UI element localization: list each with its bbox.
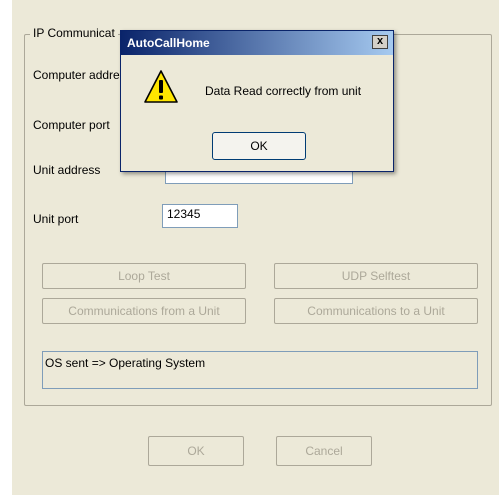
info-textbox[interactable]: OS sent => Operating System: [42, 351, 478, 389]
groupbox-title: IP Communicat: [30, 26, 118, 40]
dialog-titlebar[interactable]: AutoCallHome: [121, 31, 393, 55]
computer-address-label: Computer addre: [33, 68, 120, 82]
dialog-close-button[interactable]: x: [372, 35, 388, 49]
communications-to-unit-button[interactable]: Communications to a Unit: [274, 298, 478, 324]
unit-port-field[interactable]: 12345: [162, 204, 238, 228]
dialog-title: AutoCallHome: [127, 36, 210, 50]
dialog-ok-button[interactable]: OK: [212, 132, 306, 160]
udp-selftest-button[interactable]: UDP Selftest: [274, 263, 478, 289]
unit-port-label: Unit port: [33, 212, 79, 226]
dialog-message: Data Read correctly from unit: [205, 84, 362, 98]
ok-button[interactable]: OK: [148, 436, 244, 466]
cancel-button[interactable]: Cancel: [276, 436, 372, 466]
unit-address-label: Unit address: [33, 163, 101, 177]
communications-from-unit-button[interactable]: Communications from a Unit: [42, 298, 246, 324]
warning-icon: [144, 70, 178, 103]
loop-test-button[interactable]: Loop Test: [42, 263, 246, 289]
message-dialog: AutoCallHome x Data Read correctly from …: [120, 30, 394, 172]
computer-port-label: Computer port: [33, 118, 110, 132]
